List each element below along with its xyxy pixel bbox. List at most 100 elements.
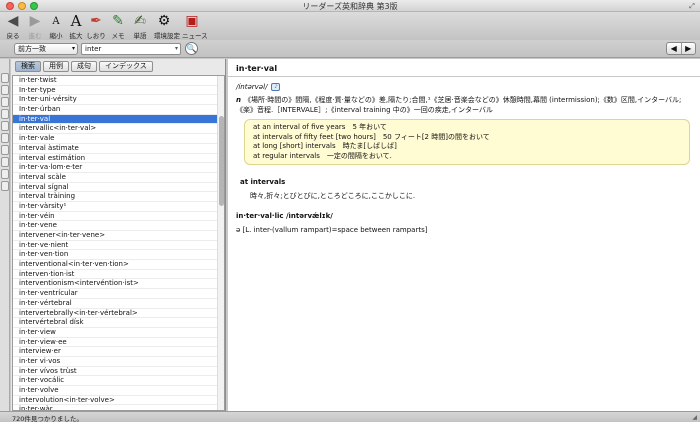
- title-bar: リーダーズ英和辞典 第3版 ⤢: [0, 0, 700, 12]
- settings-label: 環境設定: [154, 32, 180, 40]
- shrink-font-button[interactable]: A 縮小: [46, 13, 66, 40]
- forward-button[interactable]: ▶ 進む: [25, 13, 45, 40]
- memo-icon: ✎: [112, 13, 124, 29]
- search-icon[interactable]: 🔍: [185, 42, 198, 55]
- word-list-scrollbar[interactable]: [217, 76, 224, 410]
- list-item[interactable]: intervolution<in·ter·volve>: [13, 396, 224, 406]
- list-item[interactable]: interval sígnal: [13, 183, 224, 193]
- tab-search[interactable]: 検索: [15, 61, 41, 72]
- list-item[interactable]: in·ter vi·vos: [13, 357, 224, 367]
- divider: [228, 76, 700, 77]
- search-input[interactable]: inter ▾: [81, 43, 181, 55]
- list-item[interactable]: in·ter·vene: [13, 221, 224, 231]
- list-item[interactable]: intervértebral dísk: [13, 318, 224, 328]
- news-button[interactable]: ▣ ニュース: [182, 13, 208, 40]
- word-list[interactable]: in·ter·twist In·ter·type In·ter·uni·vérsit…: [12, 75, 225, 411]
- list-item[interactable]: in·ter·vocálic: [13, 376, 224, 386]
- search-bar: 前方一致 ▾ inter ▾ 🔍 ◀ ▶: [0, 40, 700, 58]
- side-tab-1[interactable]: [1, 73, 9, 83]
- gear-icon: ⚙: [157, 13, 171, 29]
- list-item[interactable]: In·ter·úrban: [13, 105, 224, 115]
- pronunciation: /íntərvəl/: [236, 83, 268, 91]
- scroll-thumb[interactable]: [219, 116, 224, 206]
- list-item[interactable]: interval estimátion: [13, 154, 224, 164]
- definition: n 《場所·時間の》間隔,《程度·質·量などの》差,隔たり;合間,¹《芝居·音楽会…: [236, 95, 692, 115]
- list-item[interactable]: interval scàle: [13, 173, 224, 183]
- list-item[interactable]: In·ter·uni·vérsity: [13, 95, 224, 106]
- entry-panel: in·ter·val /íntərvəl/ ♪ n 《場所·時間の》間隔,《程度·…: [228, 59, 700, 411]
- list-item[interactable]: in·ter·volve: [13, 386, 224, 396]
- forward-label: 進む: [28, 32, 42, 40]
- pen-icon: ✒: [90, 13, 102, 29]
- memo-button[interactable]: ✎ メモ: [108, 13, 128, 40]
- list-item[interactable]: interview·er: [13, 347, 224, 357]
- entry-headword: in·ter·val: [236, 64, 278, 73]
- side-tab-5[interactable]: [1, 121, 9, 131]
- tab-phrases[interactable]: 成句: [71, 61, 97, 72]
- list-item[interactable]: in·ter·ventrícular: [13, 289, 224, 299]
- enlarge-label: 拡大: [69, 32, 83, 40]
- speaker-icon[interactable]: ♪: [271, 83, 281, 91]
- status-bar: 720件見つかりました。 ◢: [0, 411, 700, 422]
- chevron-down-icon: ▾: [71, 45, 75, 52]
- wordbook-button[interactable]: ✍ 単語: [130, 13, 150, 40]
- side-tab-2[interactable]: [1, 85, 9, 95]
- entry-nav-arrows: ◀ ▶: [666, 42, 696, 55]
- list-item[interactable]: interval tràining: [13, 192, 224, 202]
- list-item[interactable]: intervener<in·ter·vene>: [13, 231, 224, 241]
- wordbook-label: 単語: [133, 32, 147, 40]
- next-entry-icon[interactable]: ▶: [680, 43, 696, 54]
- bookmark-label: しおり: [86, 32, 106, 40]
- back-button[interactable]: ◀ 戻る: [3, 13, 23, 40]
- toolbar: ◀ 戻る ▶ 進む A 縮小 A 拡大 ✒ しおり ✎ メモ ✍ 単語 ⚙ 環境…: [0, 12, 700, 40]
- list-item[interactable]: intervertebrally<in·ter·vértebral>: [13, 309, 224, 319]
- enlarge-font-icon: A: [70, 12, 82, 30]
- settings-button[interactable]: ⚙ 環境設定: [154, 13, 180, 40]
- side-tab-7[interactable]: [1, 145, 9, 155]
- resize-handle-icon[interactable]: ◢: [692, 414, 697, 421]
- side-tab-9[interactable]: [1, 169, 9, 179]
- list-item[interactable]: interven·tion·ist: [13, 270, 224, 280]
- search-mode-select[interactable]: 前方一致 ▾: [14, 43, 78, 55]
- memo-label: メモ: [111, 32, 125, 40]
- list-item[interactable]: in·ter·view·ee: [13, 338, 224, 348]
- list-item[interactable]: in·ter·va·lom·e·ter: [13, 163, 224, 173]
- list-item[interactable]: interventionism<intervéntion·ist>: [13, 279, 224, 290]
- bookmark-button[interactable]: ✒ しおり: [86, 13, 106, 40]
- phrase-title: at intervals: [240, 178, 286, 186]
- side-tab-3[interactable]: [1, 97, 9, 107]
- history-dropdown-icon[interactable]: ▾: [175, 44, 178, 54]
- list-item[interactable]: in·ter·ven·tion: [13, 250, 224, 261]
- news-icon: ▣: [185, 13, 199, 29]
- window-title: リーダーズ英和辞典 第3版: [302, 2, 398, 11]
- list-item[interactable]: interventional<in·ter·ven·tion>: [13, 260, 224, 270]
- list-item[interactable]: in·ter·val: [13, 114, 224, 125]
- list-item[interactable]: intervallic<in·ter·val>: [13, 124, 224, 135]
- example-line: at long [short] intervals 時たま[しばしば]: [253, 142, 397, 150]
- examples-box: at an interval of five years 5 年おいて at i…: [244, 119, 690, 165]
- enlarge-font-button[interactable]: A 拡大: [66, 12, 86, 41]
- search-query: inter: [85, 45, 102, 53]
- side-tab-4[interactable]: [1, 109, 9, 119]
- prev-entry-icon[interactable]: ◀: [667, 43, 681, 54]
- side-tab-6[interactable]: [1, 133, 9, 143]
- list-item[interactable]: In·ter·type: [13, 86, 224, 96]
- tab-examples[interactable]: 用例: [43, 61, 69, 72]
- side-tab-10[interactable]: [1, 181, 9, 191]
- list-item[interactable]: in·ter·vértebral: [13, 299, 224, 309]
- back-label: 戻る: [6, 32, 20, 40]
- search-results-panel: 検索 用例 成句 インデックス in·ter·twist In·ter·type I…: [11, 59, 226, 411]
- example-line: at regular intervals 一定の間隔をおいて.: [253, 151, 392, 160]
- part-of-speech: n: [236, 96, 241, 104]
- list-item[interactable]: in·ter vívos trùst: [13, 367, 224, 377]
- list-item[interactable]: in·ter·vàrsity¹: [13, 202, 224, 212]
- list-item[interactable]: in·ter·ve·nient: [13, 241, 224, 251]
- list-item[interactable]: in·ter·twist: [13, 76, 224, 86]
- list-item[interactable]: Interval àstimate: [13, 144, 224, 154]
- tab-index[interactable]: インデックス: [99, 61, 153, 72]
- side-tab-8[interactable]: [1, 157, 9, 167]
- list-item[interactable]: in·ter·view: [13, 328, 224, 338]
- list-item[interactable]: in·ter·vale: [13, 134, 224, 144]
- list-item[interactable]: in·ter·véin: [13, 212, 224, 222]
- fullscreen-icon[interactable]: ⤢: [688, 2, 696, 10]
